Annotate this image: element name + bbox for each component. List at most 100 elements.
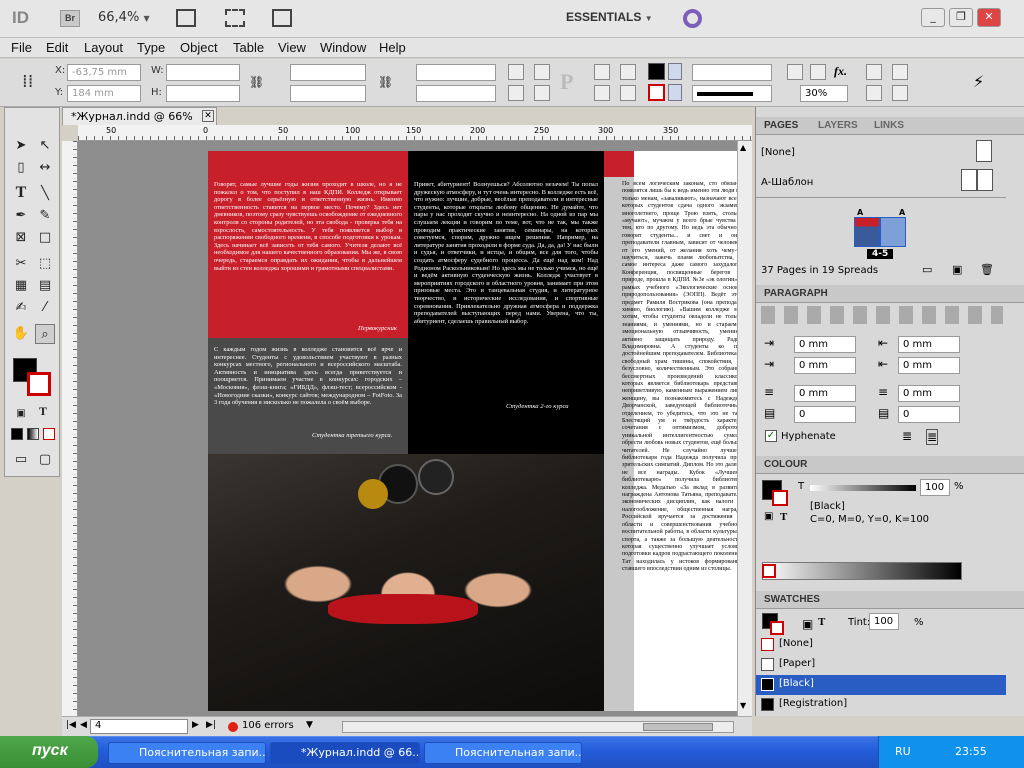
arrange-documents-icon[interactable] bbox=[272, 9, 292, 27]
width-field[interactable] bbox=[166, 64, 240, 81]
frame-fit-icon[interactable] bbox=[892, 85, 908, 101]
colour-ramp[interactable] bbox=[762, 562, 962, 580]
rectangle-tool-icon[interactable]: □ bbox=[35, 228, 55, 248]
x-position-field[interactable]: -63,75 mm bbox=[67, 64, 141, 81]
select-previous-icon[interactable] bbox=[594, 85, 610, 101]
master-none[interactable]: [None] bbox=[761, 147, 795, 158]
view-options-icon[interactable] bbox=[176, 9, 196, 27]
preflight-menu-arrow-icon[interactable]: ▼ bbox=[306, 720, 313, 730]
swatch-row-black[interactable]: [Black] bbox=[756, 675, 1006, 695]
last-page-icon[interactable]: ▶| bbox=[206, 720, 216, 730]
swatch-row-none[interactable]: [None] bbox=[756, 635, 1006, 655]
tab-colour[interactable]: COLOUR bbox=[764, 459, 807, 470]
none-swatch-icon[interactable] bbox=[762, 564, 776, 578]
tab-swatches[interactable]: SWATCHES bbox=[764, 594, 820, 605]
stroke-menu-arrow-icon[interactable] bbox=[668, 84, 682, 101]
link-scale-icon[interactable]: ⛓ bbox=[378, 75, 393, 89]
flip-horizontal-icon[interactable] bbox=[508, 85, 524, 101]
left-indent-field[interactable]: 0 mm bbox=[794, 336, 856, 353]
formatting-container-icon[interactable]: ▣ bbox=[11, 404, 31, 424]
previous-page-icon[interactable]: ◀ bbox=[80, 720, 87, 730]
selection-tool-icon[interactable]: ➤ bbox=[11, 136, 31, 156]
preflight-errors[interactable]: 106 errors bbox=[242, 720, 294, 731]
menu-layout[interactable]: Layout bbox=[84, 40, 123, 55]
scroll-down-icon[interactable]: ▼ bbox=[740, 701, 746, 710]
page-tool-icon[interactable]: ▯ bbox=[11, 158, 31, 178]
pencil-tool-icon[interactable]: ✎ bbox=[35, 206, 55, 226]
horizontal-scrollbar[interactable] bbox=[342, 721, 734, 733]
taskbar-item-indesign[interactable]: *Журнал.indd @ 66... bbox=[270, 742, 420, 764]
delete-page-icon[interactable]: 🗑 bbox=[980, 263, 994, 276]
first-page-icon[interactable]: |◀ bbox=[66, 720, 76, 730]
flip-vertical-icon[interactable] bbox=[534, 85, 550, 101]
vertical-ruler[interactable] bbox=[62, 141, 78, 716]
menu-table[interactable]: Table bbox=[233, 40, 264, 55]
swatches-stroke-icon[interactable] bbox=[770, 621, 784, 635]
minimize-button[interactable]: _ bbox=[921, 8, 945, 27]
scissors-tool-icon[interactable]: ✂ bbox=[11, 254, 31, 274]
swatch-row-registration[interactable]: [Registration] bbox=[756, 695, 1006, 715]
rectangle-frame-tool-icon[interactable]: ⊠ bbox=[11, 228, 31, 248]
swatch-row-paper[interactable]: [Paper] bbox=[756, 655, 1006, 675]
shear-field[interactable] bbox=[416, 85, 496, 102]
alignment-buttons[interactable] bbox=[761, 306, 1003, 324]
page-number-field[interactable]: 4 bbox=[90, 719, 188, 734]
tint-slider[interactable] bbox=[810, 485, 916, 491]
hand-tool-icon[interactable]: ✋ bbox=[11, 324, 31, 344]
community-help-icon[interactable] bbox=[683, 9, 702, 28]
eyedropper-tool-icon[interactable]: ⁄ bbox=[35, 298, 55, 318]
space-after-field[interactable]: 0 mm bbox=[898, 385, 960, 402]
scale-x-field[interactable] bbox=[290, 64, 366, 81]
menu-help[interactable]: Help bbox=[379, 40, 406, 55]
drop-cap-chars-field[interactable]: 0 bbox=[898, 406, 960, 423]
menu-edit[interactable]: Edit bbox=[46, 40, 68, 55]
tab-pages[interactable]: PAGES bbox=[764, 120, 798, 131]
close-window-button[interactable]: ✕ bbox=[977, 8, 1001, 27]
y-position-field[interactable]: 184 mm bbox=[67, 85, 141, 102]
menu-file[interactable]: File bbox=[11, 40, 32, 55]
gradient-feather-tool-icon[interactable]: ▤ bbox=[35, 276, 55, 296]
page-spread[interactable]: Говорят, самые лучшие годы жизни проходя… bbox=[208, 151, 752, 711]
spread-thumb-right[interactable] bbox=[880, 217, 906, 247]
preview-mode-icon[interactable]: ▢ bbox=[35, 450, 55, 470]
restore-button[interactable]: ❐ bbox=[949, 8, 973, 27]
document-canvas[interactable]: Говорят, самые лучшие годы жизни проходя… bbox=[78, 141, 752, 716]
drop-shadow-icon[interactable] bbox=[787, 64, 803, 80]
tab-layers[interactable]: LAYERS bbox=[818, 120, 858, 131]
height-field[interactable] bbox=[166, 85, 240, 102]
black-text-block[interactable]: Привет, абитуриент! Волнуешься? Абсолютн… bbox=[408, 151, 604, 454]
line-tool-icon[interactable]: ╲ bbox=[35, 184, 55, 204]
menu-object[interactable]: Object bbox=[180, 40, 218, 55]
formatting-text-icon[interactable]: T bbox=[33, 404, 53, 424]
select-content-icon[interactable] bbox=[620, 64, 636, 80]
apply-none-icon[interactable] bbox=[43, 428, 55, 440]
taskbar-item-word-1[interactable]: Пояснительная запи... bbox=[108, 742, 266, 764]
text-wrap-icon[interactable] bbox=[866, 64, 882, 80]
rotate-90-cw-icon[interactable] bbox=[508, 64, 524, 80]
workspace-switcher[interactable]: ESSENTIALS ▼ bbox=[566, 10, 653, 24]
fill-swatch[interactable] bbox=[648, 63, 665, 80]
apply-gradient-icon[interactable] bbox=[27, 428, 39, 440]
menu-window[interactable]: Window bbox=[320, 40, 366, 55]
align-icon[interactable] bbox=[892, 64, 908, 80]
container-icon[interactable]: ▣ bbox=[764, 511, 773, 522]
stroke-weight-field[interactable] bbox=[692, 64, 772, 81]
swatches-text-icon[interactable]: T bbox=[818, 616, 825, 628]
gradient-swatch-tool-icon[interactable]: ▦ bbox=[11, 276, 31, 296]
close-tab-icon[interactable]: ✕ bbox=[202, 110, 214, 122]
menu-view[interactable]: View bbox=[278, 40, 306, 55]
colour-stroke-icon[interactable] bbox=[772, 490, 788, 506]
space-before-field[interactable]: 0 mm bbox=[794, 385, 856, 402]
taskbar-item-word-2[interactable]: Пояснительная запи... bbox=[424, 742, 582, 764]
first-line-indent-field[interactable]: 0 mm bbox=[794, 357, 856, 374]
last-line-indent-field[interactable]: 0 mm bbox=[898, 357, 960, 374]
zoom-tool-icon[interactable]: ⌕ bbox=[35, 324, 55, 344]
horizontal-ruler[interactable]: 50 0 50 100 150 200 250 300 350 bbox=[78, 125, 752, 141]
spread-thumb-left[interactable] bbox=[854, 217, 880, 247]
new-page-icon[interactable]: ▣ bbox=[952, 263, 962, 276]
normal-view-icon[interactable]: ▭ bbox=[11, 450, 31, 470]
master-a[interactable]: A-Шаблон bbox=[761, 177, 813, 188]
fitting-icon[interactable] bbox=[866, 85, 882, 101]
hyphenate-checkbox[interactable]: ✓ bbox=[765, 430, 777, 442]
clock[interactable]: 23:55 bbox=[955, 745, 987, 758]
